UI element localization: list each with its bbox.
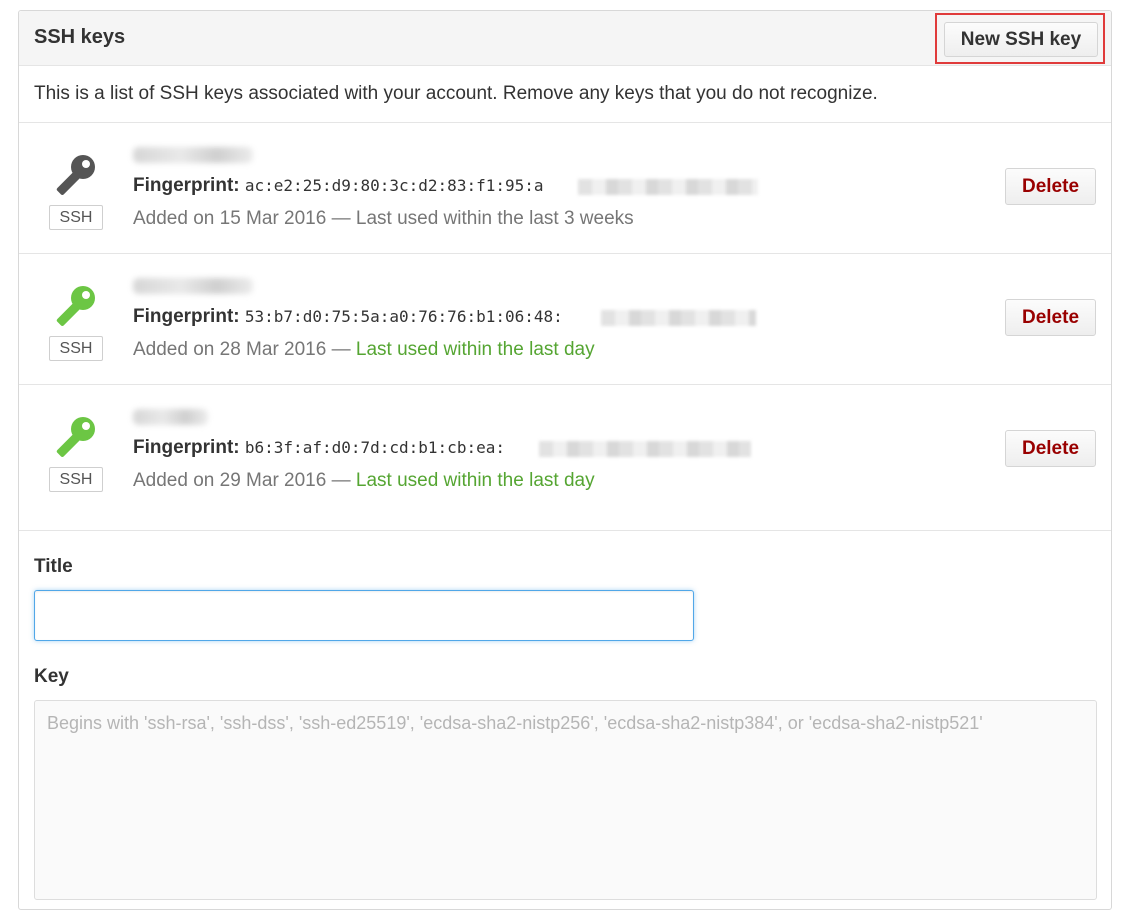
fingerprint: Fingerprint: 53:b7:d0:75:5a:a0:76:76:b1:…	[133, 306, 756, 328]
ssh-type-label: SSH	[49, 467, 103, 492]
key-textarea[interactable]	[34, 700, 1097, 900]
fingerprint-value: 53:b7:d0:75:5a:a0:76:76:b1:06:48:	[244, 307, 563, 326]
fingerprint-label: Fingerprint:	[133, 437, 240, 458]
fingerprint: Fingerprint: ac:e2:25:d9:80:3c:d2:83:f1:…	[133, 175, 758, 197]
redacted-fingerprint	[601, 310, 756, 326]
delete-button[interactable]: Delete	[1005, 168, 1096, 205]
delete-button[interactable]: Delete	[1005, 430, 1096, 467]
key-icon	[56, 417, 95, 457]
redacted-fingerprint	[578, 179, 758, 195]
added-date: Added on 15 Mar 2016 —	[133, 208, 356, 229]
new-ssh-key-button[interactable]: New SSH key	[944, 22, 1098, 57]
delete-button[interactable]: Delete	[1005, 299, 1096, 336]
last-used: Last used within the last day	[355, 470, 595, 491]
key-row: SSH Fingerprint: ac:e2:25:d9:80:3c:d2:83…	[19, 123, 1111, 254]
title-input[interactable]	[34, 590, 694, 641]
ssh-keys-panel: SSH keys New SSH key This is a list of S…	[18, 10, 1112, 910]
panel-header: SSH keys New SSH key	[19, 11, 1111, 66]
fingerprint: Fingerprint: b6:3f:af:d0:7d:cd:b1:cb:ea:	[133, 437, 751, 459]
ssh-type-label: SSH	[49, 205, 103, 230]
added-date: Added on 29 Mar 2016 —	[133, 470, 356, 491]
added-info: Added on 29 Mar 2016 — Last used within …	[133, 470, 595, 492]
last-used: Last used within the last day	[355, 339, 595, 360]
redacted-key-title	[133, 147, 253, 163]
key-icon	[56, 155, 95, 195]
key-row: SSH Fingerprint: b6:3f:af:d0:7d:cd:b1:cb…	[19, 385, 1111, 531]
fingerprint-value: ac:e2:25:d9:80:3c:d2:83:f1:95:a	[244, 176, 544, 195]
key-row: SSH Fingerprint: 53:b7:d0:75:5a:a0:76:76…	[19, 254, 1111, 385]
new-ssh-key-highlight: New SSH key	[935, 13, 1105, 64]
ssh-type-label: SSH	[49, 336, 103, 361]
title-label: Title	[34, 556, 73, 577]
redacted-key-title	[133, 278, 253, 294]
key-icon	[56, 286, 95, 326]
key-label: Key	[34, 666, 69, 687]
intro-text: This is a list of SSH keys associated wi…	[19, 66, 1111, 123]
fingerprint-label: Fingerprint:	[133, 175, 240, 196]
redacted-fingerprint	[539, 441, 751, 457]
added-date: Added on 28 Mar 2016 —	[133, 339, 356, 360]
last-used: Last used within the last 3 weeks	[355, 208, 634, 229]
added-info: Added on 15 Mar 2016 — Last used within …	[133, 208, 634, 230]
added-info: Added on 28 Mar 2016 — Last used within …	[133, 339, 595, 361]
fingerprint-value: b6:3f:af:d0:7d:cd:b1:cb:ea:	[244, 438, 505, 457]
fingerprint-label: Fingerprint:	[133, 306, 240, 327]
redacted-key-title	[133, 409, 208, 425]
page-title: SSH keys	[34, 26, 126, 48]
